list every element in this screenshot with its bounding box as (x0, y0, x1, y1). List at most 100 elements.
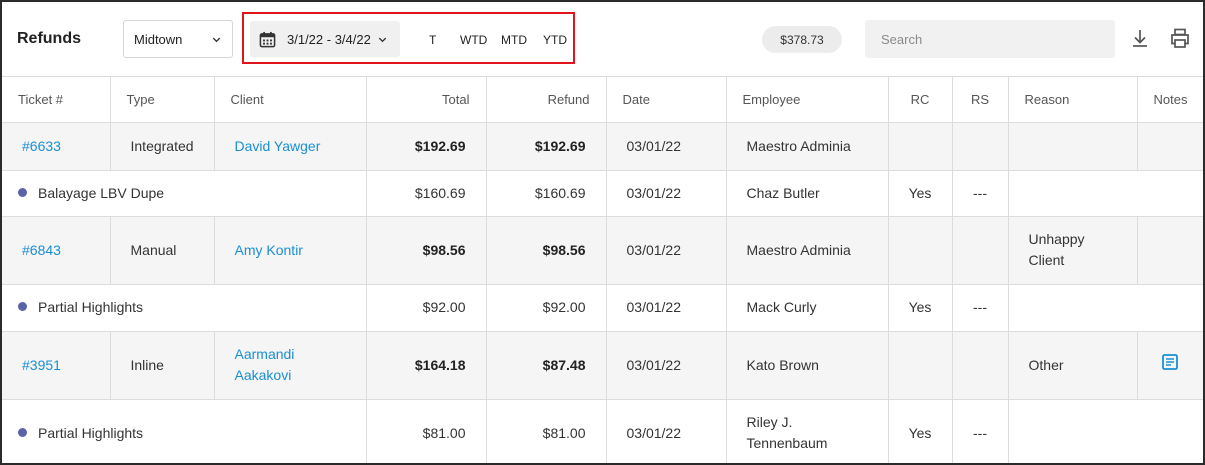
preset-mtd-button[interactable]: MTD (501, 33, 527, 47)
reason-cell (1008, 284, 1203, 332)
client-link[interactable]: David Yawger (235, 138, 321, 154)
date-cell: 03/01/22 (606, 399, 727, 463)
column-header-total[interactable]: Total (366, 77, 487, 123)
service-name: Balayage LBV Dupe (38, 184, 165, 201)
refunds-report: Refunds Midtown 3/1/22 - 3/4/22 T WTD MT… (0, 0, 1205, 465)
reason-cell (1008, 399, 1203, 463)
column-header-employee[interactable]: Employee (726, 77, 889, 123)
table-row: #3951 Inline Aarmandi Aakakovi $164.18 $… (2, 331, 1203, 400)
table-row: Partial Highlights $81.00 $81.00 03/01/2… (2, 399, 1203, 463)
rc-cell: Yes (888, 284, 953, 332)
total-cell: $164.18 (366, 331, 487, 400)
rs-cell: --- (952, 284, 1009, 332)
total-cell: $92.00 (366, 284, 487, 332)
column-header-date[interactable]: Date (606, 77, 727, 123)
chevron-down-icon (378, 37, 387, 42)
table-row: Partial Highlights $92.00 $92.00 03/01/2… (2, 284, 1203, 332)
ticket-link[interactable]: #3951 (22, 357, 61, 373)
rs-cell (952, 122, 1009, 171)
refund-cell: $87.48 (486, 331, 607, 400)
column-header-rc[interactable]: RC (888, 77, 953, 123)
column-header-client[interactable]: Client (214, 77, 367, 123)
employee-cell: Riley J. Tennenbaum (726, 399, 889, 463)
client-link[interactable]: Aarmandi Aakakovi (235, 346, 295, 383)
employee-cell: Mack Curly (726, 284, 889, 332)
ticket-link[interactable]: #6843 (22, 242, 61, 258)
type-cell: Inline (110, 331, 215, 400)
preset-ytd-button[interactable]: YTD (543, 33, 567, 47)
bullet-dot-icon (18, 187, 27, 197)
column-header-reason[interactable]: Reason (1008, 77, 1138, 123)
print-icon[interactable] (1169, 27, 1191, 49)
refund-cell: $92.00 (486, 284, 607, 332)
chevron-down-icon (212, 37, 221, 42)
refund-cell: $98.56 (486, 216, 607, 285)
reason-cell (1008, 122, 1138, 171)
total-cell: $81.00 (366, 399, 487, 463)
rc-cell: Yes (888, 170, 953, 217)
total-cell: $160.69 (366, 170, 487, 217)
column-header-refund[interactable]: Refund (486, 77, 607, 123)
column-header-rs[interactable]: RS (952, 77, 1009, 123)
date-range-picker[interactable]: 3/1/22 - 3/4/22 (250, 21, 400, 57)
total-refund-badge: $378.73 (762, 26, 842, 53)
preset-today-button[interactable]: T (429, 33, 436, 47)
rc-cell (888, 331, 953, 400)
employee-cell: Maestro Adminia (726, 216, 889, 285)
date-cell: 03/01/22 (606, 216, 727, 285)
employee-cell: Kato Brown (726, 331, 889, 400)
table-row: Balayage LBV Dupe $160.69 $160.69 03/01/… (2, 170, 1203, 217)
rc-cell (888, 122, 953, 171)
rs-cell (952, 216, 1009, 285)
column-header-ticket[interactable]: Ticket # (2, 77, 111, 123)
reason-cell: Other (1008, 331, 1138, 400)
service-cell: Partial Highlights (2, 399, 367, 463)
calendar-icon (259, 31, 276, 47)
client-link[interactable]: Amy Kontir (235, 242, 303, 258)
employee-cell: Maestro Adminia (726, 122, 889, 171)
location-value: Midtown (134, 31, 183, 47)
service-cell: Partial Highlights (2, 284, 367, 332)
employee-cell: Chaz Butler (726, 170, 889, 217)
bullet-dot-icon (18, 302, 27, 311)
date-cell: 03/01/22 (606, 284, 727, 332)
search-input[interactable] (865, 20, 1115, 58)
reason-cell (1008, 170, 1203, 217)
rs-cell: --- (952, 399, 1009, 463)
total-cell: $98.56 (366, 216, 487, 285)
location-select[interactable]: Midtown (123, 20, 233, 58)
service-name: Partial Highlights (38, 299, 144, 315)
bullet-dot-icon (18, 427, 27, 437)
ticket-link[interactable]: #6633 (22, 138, 61, 154)
rs-cell (952, 331, 1009, 400)
refunds-table: Ticket # Type Client Total Refund Date E… (2, 77, 1203, 463)
service-name: Partial Highlights (38, 424, 144, 441)
column-header-type[interactable]: Type (110, 77, 215, 123)
refund-cell: $160.69 (486, 170, 607, 217)
type-cell: Integrated (110, 122, 215, 171)
page-title: Refunds (17, 30, 81, 47)
toolbar: Refunds Midtown 3/1/22 - 3/4/22 T WTD MT… (2, 2, 1203, 77)
refund-cell: $192.69 (486, 122, 607, 171)
column-header-notes[interactable]: Notes (1137, 77, 1203, 123)
rs-cell: --- (952, 170, 1009, 217)
date-cell: 03/01/22 (606, 122, 727, 171)
date-filter-group: 3/1/22 - 3/4/22 T WTD MTD YTD (242, 12, 575, 64)
refund-cell: $81.00 (486, 399, 607, 463)
date-cell: 03/01/22 (606, 331, 727, 400)
reason-cell: Unhappy Client (1008, 216, 1138, 285)
table-row: #6633 Integrated David Yawger $192.69 $1… (2, 122, 1203, 171)
service-cell: Balayage LBV Dupe (2, 170, 367, 217)
table-header-row: Ticket # Type Client Total Refund Date E… (2, 77, 1203, 123)
date-cell: 03/01/22 (606, 170, 727, 217)
rc-cell (888, 216, 953, 285)
notes-cell (1137, 122, 1203, 171)
notes-cell (1137, 216, 1203, 285)
rc-cell: Yes (888, 399, 953, 463)
note-icon[interactable] (1161, 353, 1179, 371)
preset-wtd-button[interactable]: WTD (460, 33, 487, 47)
date-range-value: 3/1/22 - 3/4/22 (287, 31, 371, 47)
table-row: #6843 Manual Amy Kontir $98.56 $98.56 03… (2, 216, 1203, 285)
download-icon[interactable] (1129, 27, 1151, 49)
notes-cell (1137, 331, 1203, 400)
